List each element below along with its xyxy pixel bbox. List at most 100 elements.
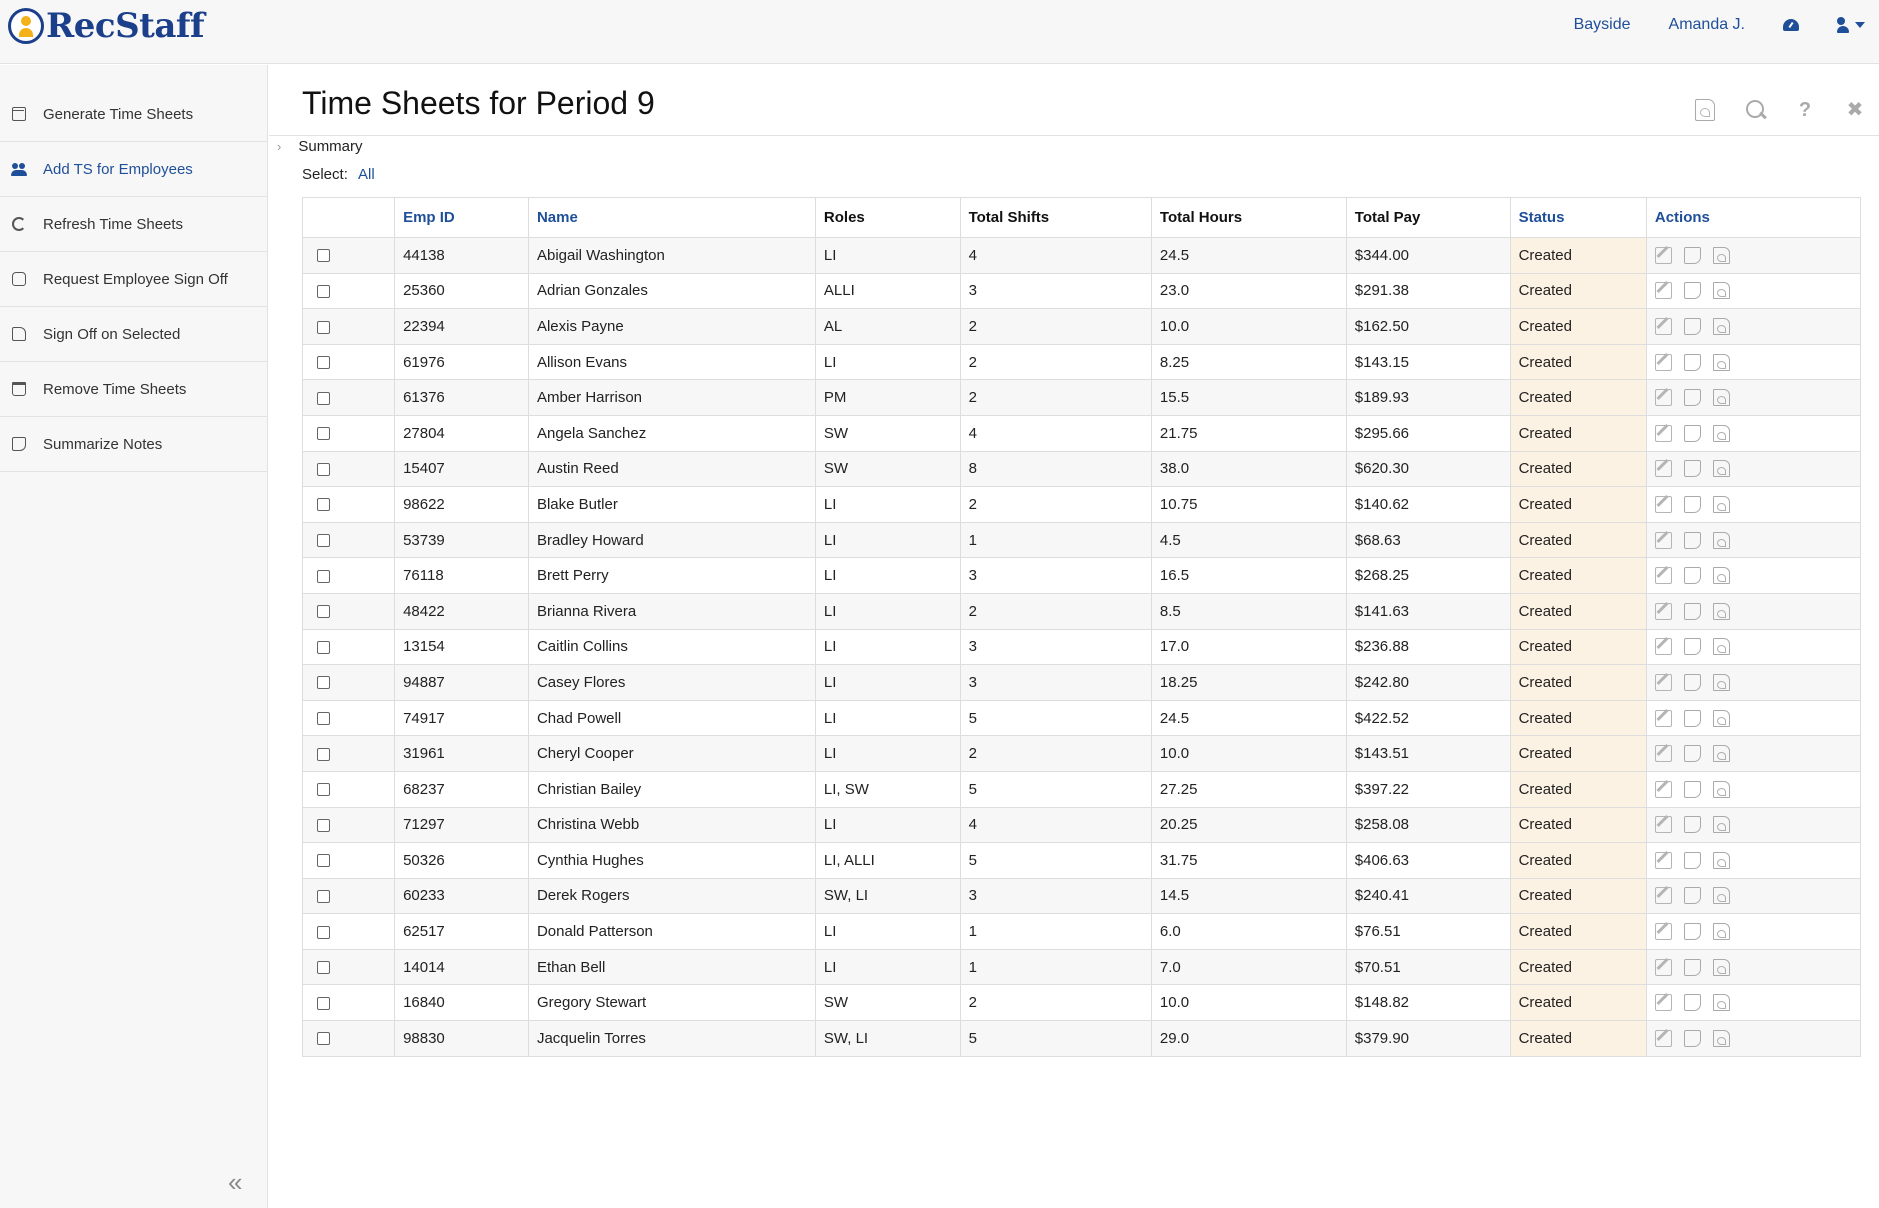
column-header-emp-id[interactable]: Emp ID [394, 197, 529, 238]
note-icon[interactable] [1683, 282, 1701, 300]
edit-icon[interactable] [1654, 531, 1672, 549]
row-checkbox[interactable] [317, 356, 330, 370]
note-icon[interactable] [1683, 567, 1701, 585]
note-icon[interactable] [1683, 638, 1701, 656]
pdf-icon[interactable] [1712, 389, 1730, 407]
pdf-icon[interactable] [1712, 851, 1730, 869]
column-header-actions[interactable]: Actions [1645, 197, 1862, 238]
pdf-icon[interactable] [1712, 709, 1730, 727]
edit-icon[interactable] [1654, 923, 1672, 941]
edit-icon[interactable] [1654, 851, 1672, 869]
row-checkbox[interactable] [317, 249, 330, 263]
pdf-icon[interactable] [1712, 816, 1730, 834]
pdf-icon[interactable] [1712, 495, 1730, 513]
note-icon[interactable] [1683, 958, 1701, 976]
pdf-icon[interactable] [1712, 887, 1730, 905]
note-icon[interactable] [1683, 887, 1701, 905]
note-icon[interactable] [1683, 780, 1701, 798]
row-checkbox[interactable] [317, 427, 330, 441]
edit-icon[interactable] [1654, 317, 1672, 335]
pdf-icon[interactable] [1712, 567, 1730, 585]
sidebar-item-sign-off-on-selected[interactable]: Sign Off on Selected [0, 307, 267, 362]
pdf-icon[interactable] [1712, 745, 1730, 763]
note-icon[interactable] [1683, 602, 1701, 620]
sidebar-item-remove-time-sheets[interactable]: Remove Time Sheets [0, 362, 267, 417]
pdf-icon[interactable] [1712, 923, 1730, 941]
edit-icon[interactable] [1654, 495, 1672, 513]
edit-icon[interactable] [1654, 780, 1672, 798]
pdf-icon[interactable] [1712, 780, 1730, 798]
edit-icon[interactable] [1654, 389, 1672, 407]
edit-icon[interactable] [1654, 246, 1672, 264]
user-menu-button[interactable] [1837, 17, 1865, 33]
edit-icon[interactable] [1654, 673, 1672, 691]
edit-icon[interactable] [1654, 602, 1672, 620]
row-checkbox[interactable] [317, 284, 330, 298]
edit-icon[interactable] [1654, 994, 1672, 1012]
sidebar-item-refresh-time-sheets[interactable]: Refresh Time Sheets [0, 197, 267, 252]
row-checkbox[interactable] [317, 534, 330, 548]
row-checkbox[interactable] [317, 747, 330, 761]
note-icon[interactable] [1683, 495, 1701, 513]
user-name-link[interactable]: Amanda J. [1669, 16, 1745, 34]
collapse-sidebar-icon[interactable]: « [228, 1167, 242, 1198]
note-icon[interactable] [1683, 246, 1701, 264]
note-icon[interactable] [1683, 460, 1701, 478]
row-checkbox[interactable] [317, 1032, 330, 1046]
row-checkbox[interactable] [317, 569, 330, 583]
row-checkbox[interactable] [317, 320, 330, 334]
row-checkbox[interactable] [317, 498, 330, 512]
edit-icon[interactable] [1654, 816, 1672, 834]
app-logo[interactable]: RecStaff [8, 6, 205, 46]
pdf-icon[interactable] [1712, 424, 1730, 442]
row-checkbox[interactable] [317, 996, 330, 1010]
note-icon[interactable] [1683, 424, 1701, 442]
close-icon[interactable]: ✖ [1845, 99, 1865, 121]
pdf-icon[interactable] [1712, 317, 1730, 335]
edit-icon[interactable] [1654, 567, 1672, 585]
note-icon[interactable] [1683, 389, 1701, 407]
sidebar-item-add-ts-for-employees[interactable]: Add TS for Employees [0, 142, 267, 197]
zoom-icon[interactable] [1745, 99, 1765, 121]
pdf-icon[interactable] [1712, 282, 1730, 300]
column-header-name[interactable]: Name [527, 197, 816, 238]
edit-icon[interactable] [1654, 745, 1672, 763]
location-link[interactable]: Bayside [1574, 16, 1631, 34]
row-checkbox[interactable] [317, 818, 330, 832]
edit-icon[interactable] [1654, 282, 1672, 300]
pdf-icon[interactable] [1712, 1029, 1730, 1047]
dashboard-icon[interactable] [1783, 19, 1799, 31]
edit-icon[interactable] [1654, 460, 1672, 478]
row-checkbox[interactable] [317, 640, 330, 654]
pdf-icon[interactable] [1712, 602, 1730, 620]
note-icon[interactable] [1683, 353, 1701, 371]
note-icon[interactable] [1683, 816, 1701, 834]
help-icon[interactable]: ? [1795, 99, 1815, 121]
row-checkbox[interactable] [317, 605, 330, 619]
column-header-status[interactable]: Status [1509, 197, 1647, 238]
note-icon[interactable] [1683, 531, 1701, 549]
row-checkbox[interactable] [317, 854, 330, 868]
note-icon[interactable] [1683, 673, 1701, 691]
pdf-icon[interactable] [1712, 994, 1730, 1012]
row-checkbox[interactable] [317, 462, 330, 476]
sidebar-item-generate-time-sheets[interactable]: Generate Time Sheets [0, 65, 267, 142]
summary-toggle[interactable]: › Summary [277, 138, 363, 155]
row-checkbox[interactable] [317, 961, 330, 975]
edit-icon[interactable] [1654, 958, 1672, 976]
note-icon[interactable] [1683, 923, 1701, 941]
edit-icon[interactable] [1654, 638, 1672, 656]
pdf-icon[interactable] [1712, 460, 1730, 478]
note-icon[interactable] [1683, 317, 1701, 335]
pdf-icon[interactable] [1712, 958, 1730, 976]
row-checkbox[interactable] [317, 712, 330, 726]
edit-icon[interactable] [1654, 1029, 1672, 1047]
edit-icon[interactable] [1654, 424, 1672, 442]
row-checkbox[interactable] [317, 391, 330, 405]
sidebar-item-request-employee-sign-off[interactable]: Request Employee Sign Off [0, 252, 267, 307]
pdf-icon[interactable] [1712, 638, 1730, 656]
pdf-icon[interactable] [1695, 99, 1715, 121]
edit-icon[interactable] [1654, 353, 1672, 371]
pdf-icon[interactable] [1712, 246, 1730, 264]
select-all-link[interactable]: All [358, 166, 375, 183]
